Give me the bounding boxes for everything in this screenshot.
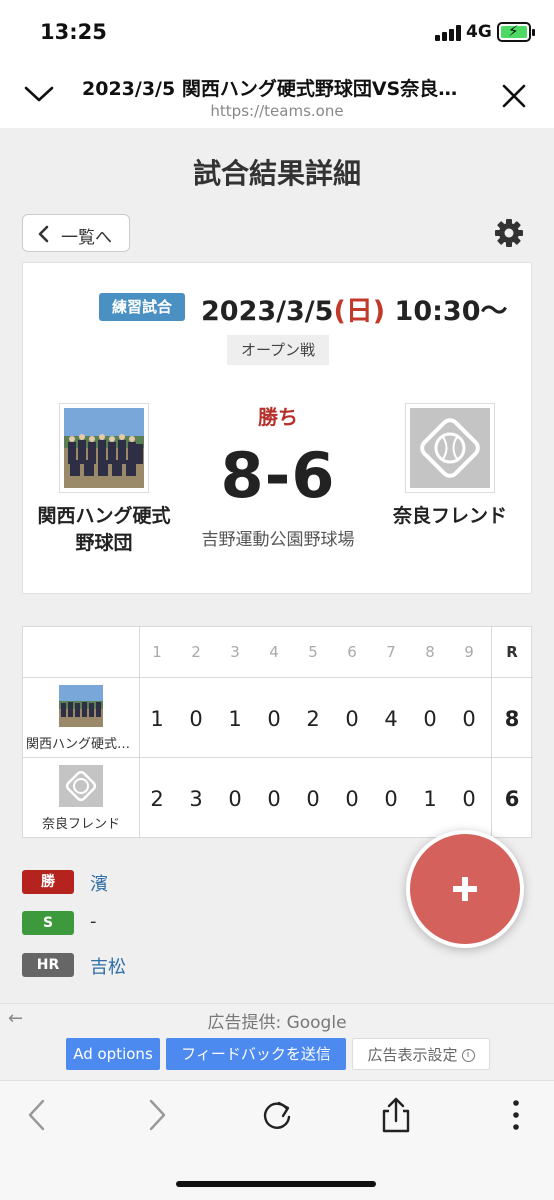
add-button[interactable]	[406, 830, 524, 948]
away-team-row-name: 奈良フレンド	[41, 817, 120, 832]
game-date-prefix: 2023/3/5	[201, 296, 334, 327]
inning-header: 5	[308, 643, 318, 661]
inning-run: 1	[150, 707, 164, 731]
signal-icon	[435, 25, 461, 41]
away-team-name[interactable]: 奈良フレンド	[383, 503, 517, 530]
inning-run: 0	[189, 707, 203, 731]
ad-settings-button[interactable]: 広告表示設定 i	[352, 1038, 490, 1070]
inning-header: 4	[269, 643, 279, 661]
more-options-icon[interactable]	[496, 1095, 536, 1135]
page-title: 試合結果詳細	[192, 157, 361, 190]
home-team-photo[interactable]	[59, 403, 149, 493]
ad-settings-label: 広告表示設定	[367, 1046, 458, 1064]
team-total-runs: 8	[504, 707, 520, 731]
chevron-left-icon	[38, 225, 49, 243]
back-button-label: 一覧へ	[61, 228, 112, 248]
inning-header: 9	[464, 643, 474, 661]
home-team-thumb	[59, 685, 103, 727]
battery-icon: ⚡	[497, 22, 535, 42]
ad-options-button[interactable]: Ad options	[66, 1038, 160, 1070]
inning-header: 2	[191, 643, 201, 661]
forward-arrow-icon[interactable]	[136, 1095, 176, 1135]
back-to-list-button[interactable]: 一覧へ	[22, 214, 130, 252]
inning-run: 2	[150, 787, 164, 811]
away-team-logo[interactable]	[405, 403, 495, 493]
baseball-icon	[59, 765, 103, 807]
inning-header: 8	[425, 643, 435, 661]
page-content: 試合結果詳細 一覧へ 練習試合 2023/3/5(日) 10:30〜 オープン戦	[0, 128, 554, 1003]
inning-run: 0	[462, 707, 476, 731]
save-badge: S	[22, 911, 74, 935]
inning-run: 0	[384, 787, 398, 811]
home-run-badge: HR	[22, 953, 74, 977]
inning-run: 1	[228, 707, 242, 731]
inning-run: 3	[189, 787, 203, 811]
game-date: 2023/3/5(日) 10:30〜	[201, 289, 507, 328]
baseball-icon	[410, 408, 490, 488]
inning-header: 3	[230, 643, 240, 661]
ad-feedback-button[interactable]: フィードバックを送信	[166, 1038, 346, 1070]
inning-run: 0	[345, 707, 359, 731]
game-score: 8-6	[220, 439, 336, 512]
reload-icon[interactable]	[257, 1095, 297, 1135]
game-venue: 吉野運動公園野球場	[201, 530, 355, 550]
game-category-tag: オープン戦	[227, 335, 329, 365]
browser-header: 2023/3/5 関西ハング硬式野球団VS奈良フレンド 試合結果詳細 https…	[0, 60, 554, 128]
browser-title: 2023/3/5 関西ハング硬式野球団VS奈良フレンド 試合結果詳細	[82, 78, 472, 100]
scoreboard-table: 1 2 3 4 5 6 7 8 9 R 関西ハング硬式野球団 1 0 1 0 2…	[22, 626, 533, 838]
game-day-of-week: (日)	[333, 296, 386, 327]
game-summary-card: 練習試合 2023/3/5(日) 10:30〜 オープン戦 関西ハング硬式野球団…	[22, 262, 532, 594]
inning-run: 0	[267, 707, 281, 731]
win-badge: 勝	[22, 870, 74, 894]
save-pitcher-name: -	[90, 911, 97, 932]
status-time: 13:25	[40, 20, 107, 44]
team-total-runs: 6	[504, 787, 520, 811]
inning-run: 0	[462, 787, 476, 811]
inning-run: 2	[306, 707, 320, 731]
back-arrow-icon[interactable]	[18, 1095, 58, 1135]
team-photo-image	[64, 408, 144, 488]
ad-provider: 広告提供: Google	[207, 1013, 347, 1033]
inning-run: 0	[228, 787, 242, 811]
inning-header: 7	[386, 643, 396, 661]
inning-run: 4	[384, 707, 398, 731]
home-run-player-name[interactable]: 吉松	[90, 953, 126, 979]
inning-run: 0	[423, 707, 437, 731]
status-bar: 13:25 4G ⚡	[0, 0, 554, 60]
inning-header: 6	[347, 643, 357, 661]
home-team-row-name: 関西ハング硬式野球団	[26, 737, 136, 752]
game-time: 10:30〜	[385, 296, 508, 327]
gear-icon[interactable]	[494, 218, 524, 248]
share-icon[interactable]	[376, 1095, 416, 1135]
home-team-name[interactable]: 関西ハング硬式野球団	[37, 503, 171, 557]
inning-header: 1	[152, 643, 162, 661]
info-icon: i	[461, 1049, 475, 1062]
runs-header: R	[506, 643, 518, 661]
browser-url: https://teams.one	[210, 102, 344, 120]
home-indicator	[176, 1181, 376, 1187]
game-type-badge: 練習試合	[99, 293, 185, 321]
inning-run: 0	[306, 787, 320, 811]
inning-run: 0	[267, 787, 281, 811]
ad-banner: ← 広告提供: Google Ad options フィードバックを送信 広告表…	[0, 1003, 554, 1080]
network-label: 4G	[466, 22, 492, 42]
inning-run: 0	[345, 787, 359, 811]
close-icon[interactable]	[500, 82, 528, 110]
winning-pitcher-name[interactable]: 濱	[90, 870, 108, 896]
inning-run: 1	[423, 787, 437, 811]
game-result: 勝ち	[258, 405, 298, 429]
